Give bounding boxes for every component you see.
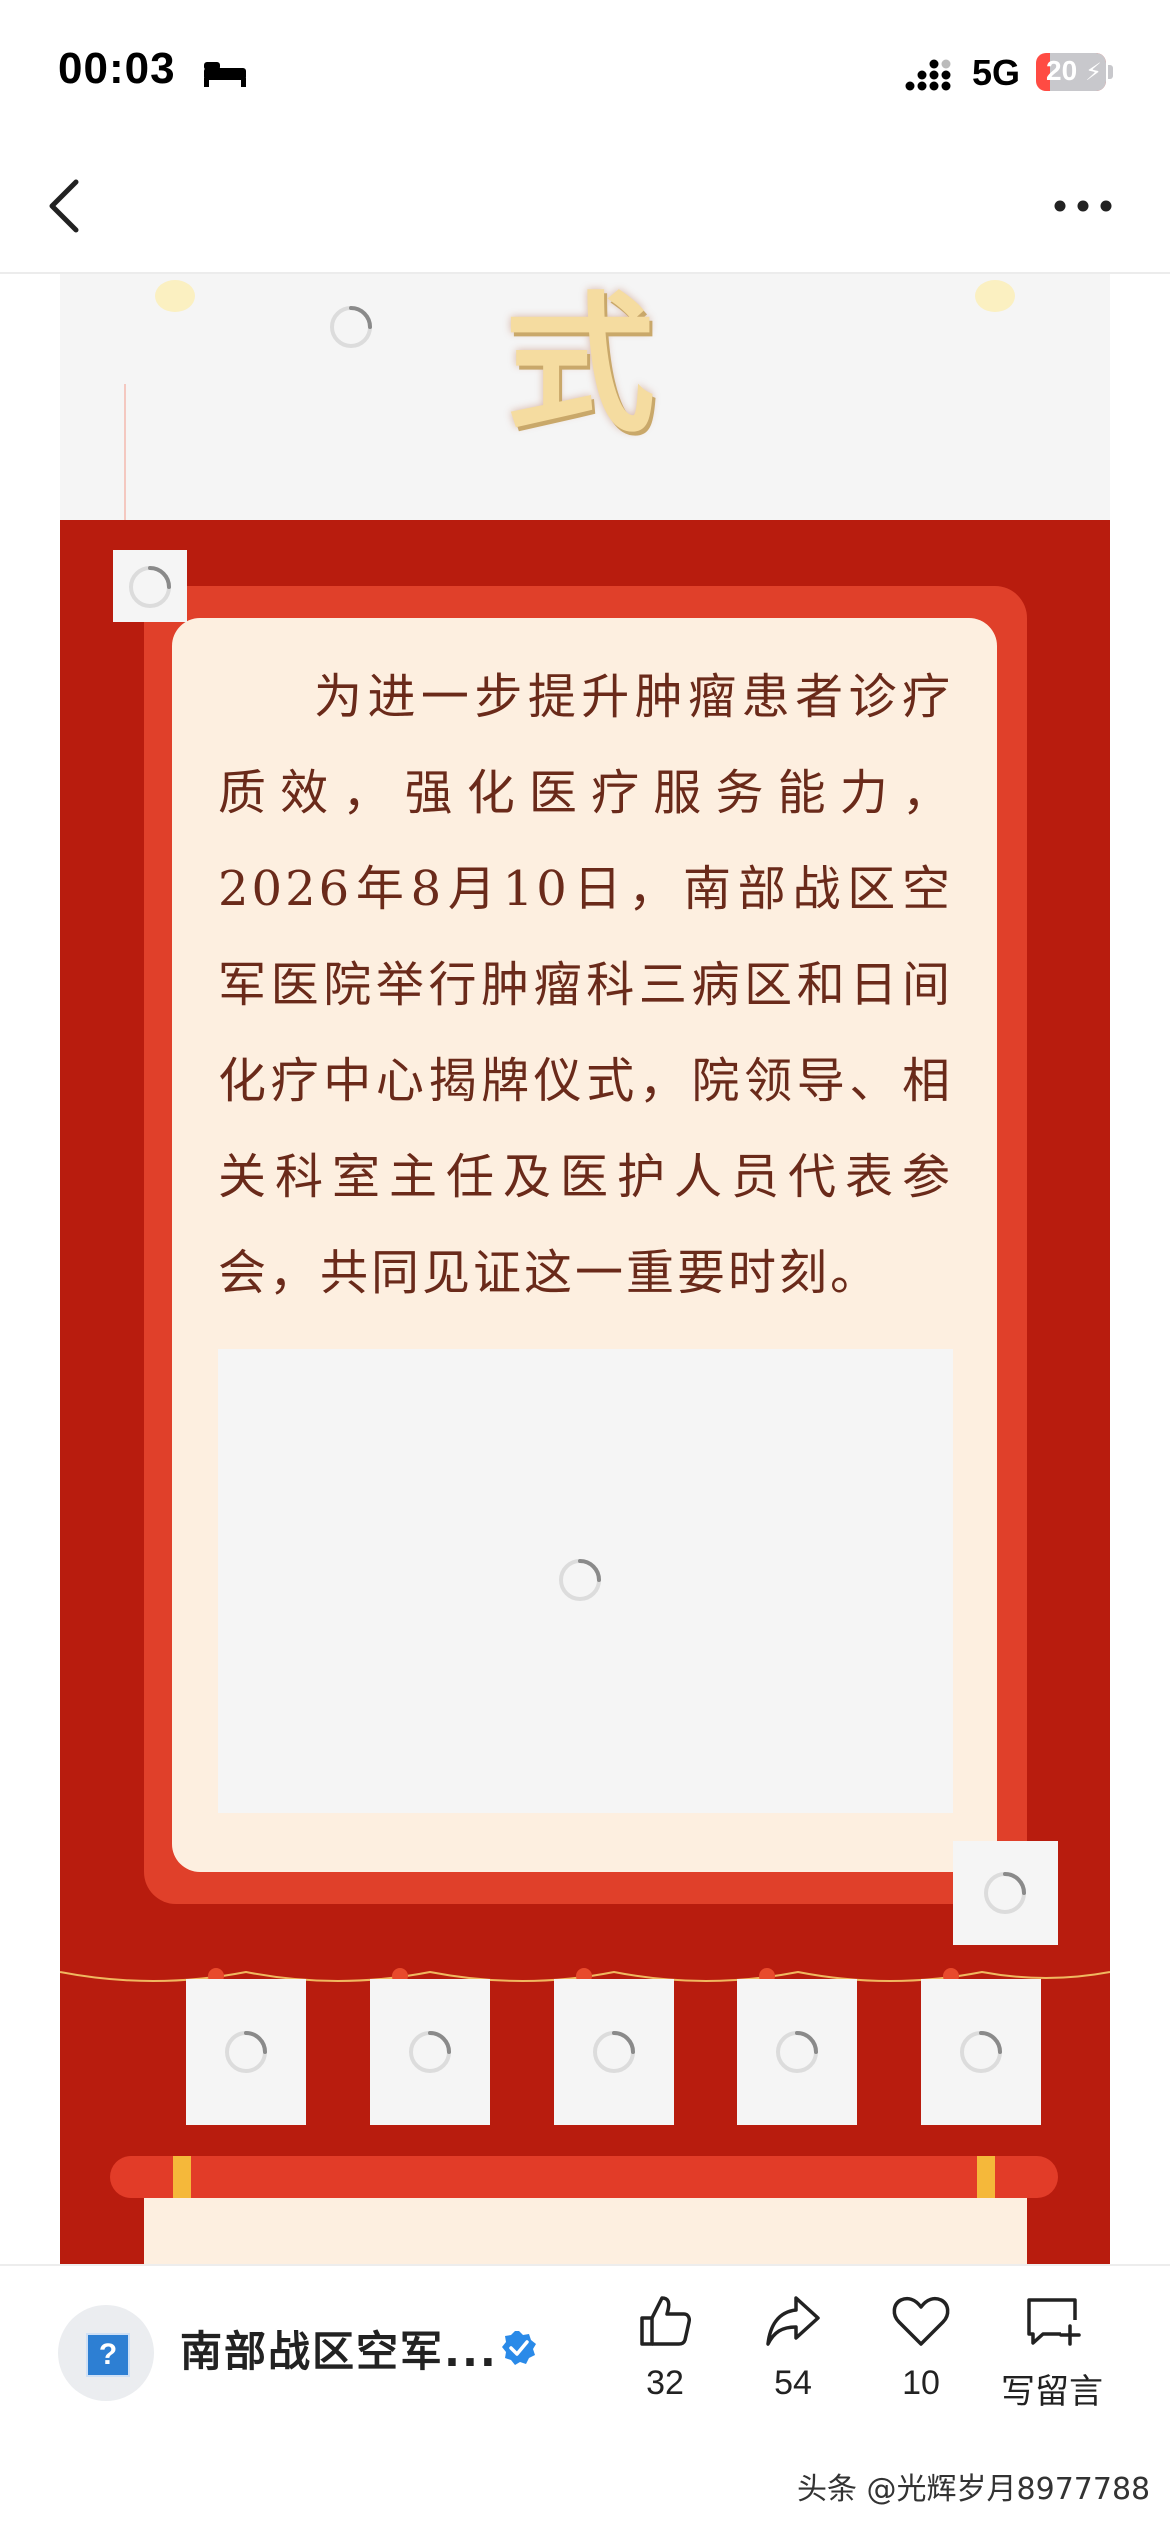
scroll-rod-decoration	[110, 2156, 1058, 2198]
more-options-button[interactable]	[1052, 196, 1114, 216]
question-mark-icon: ?	[86, 2333, 130, 2377]
share-button[interactable]: 54	[738, 2290, 848, 2403]
author-name[interactable]: 南部战区空军...	[180, 2318, 498, 2379]
write-comment-label: 写留言	[1001, 2372, 1103, 2412]
sleep-mode-icon	[204, 62, 246, 87]
battery-terminal	[1108, 65, 1113, 79]
scroll-paper	[144, 2198, 1027, 2264]
banner-decoration	[975, 280, 1015, 312]
loading-spinner-icon	[593, 2031, 635, 2073]
banner-decoration	[155, 280, 195, 312]
charging-bolt-icon: ⚡	[1085, 58, 1102, 86]
share-arrow-icon	[766, 2296, 820, 2346]
author-avatar[interactable]: ?	[58, 2305, 154, 2401]
share-count: 54	[774, 2364, 812, 2402]
scroll-cap-decoration	[173, 2156, 191, 2198]
favorite-count: 10	[902, 2364, 940, 2402]
banner-title-char: 式	[505, 277, 656, 453]
loading-spinner-icon	[330, 306, 372, 348]
back-button[interactable]	[40, 176, 90, 236]
write-comment-button[interactable]: 写留言	[990, 2290, 1114, 2413]
loading-spinner-icon	[984, 1872, 1026, 1914]
article-body-text: 为进一步提升肿瘤患者诊疗质效，强化医疗服务能力，2026年8月10日，南部战区空…	[218, 669, 953, 1301]
like-count: 32	[646, 2364, 684, 2402]
scroll-cap-decoration	[977, 2156, 995, 2198]
favorite-button[interactable]: 10	[866, 2290, 976, 2403]
signal-icon	[905, 59, 951, 91]
thumbs-up-icon	[640, 2296, 691, 2346]
loading-spinner-icon	[129, 566, 171, 608]
loading-spinner-icon	[225, 2031, 267, 2073]
loading-spinner-icon	[960, 2031, 1002, 2073]
network-type: 5G	[972, 52, 1021, 93]
loading-spinner-icon	[409, 2031, 451, 2073]
heart-icon	[892, 2296, 950, 2346]
article-poster[interactable]: 式 为进一步提升肿瘤患者诊疗质效，强化医疗服务能力，2026年8月10日，南部战…	[60, 274, 1110, 2264]
banner-decoration-line	[124, 384, 126, 520]
comment-add-icon	[1027, 2298, 1081, 2346]
loading-spinner-icon	[776, 2031, 818, 2073]
verified-check-icon	[502, 2331, 536, 2365]
battery-charging-icon: 20 ⚡	[1036, 53, 1106, 91]
status-time: 00:03	[58, 44, 176, 93]
watermark: 头条 @光辉岁月8977788	[797, 2472, 1151, 2507]
loading-spinner-icon	[559, 1559, 601, 1601]
battery-level: 20	[1046, 55, 1078, 86]
like-button[interactable]: 32	[610, 2290, 720, 2403]
